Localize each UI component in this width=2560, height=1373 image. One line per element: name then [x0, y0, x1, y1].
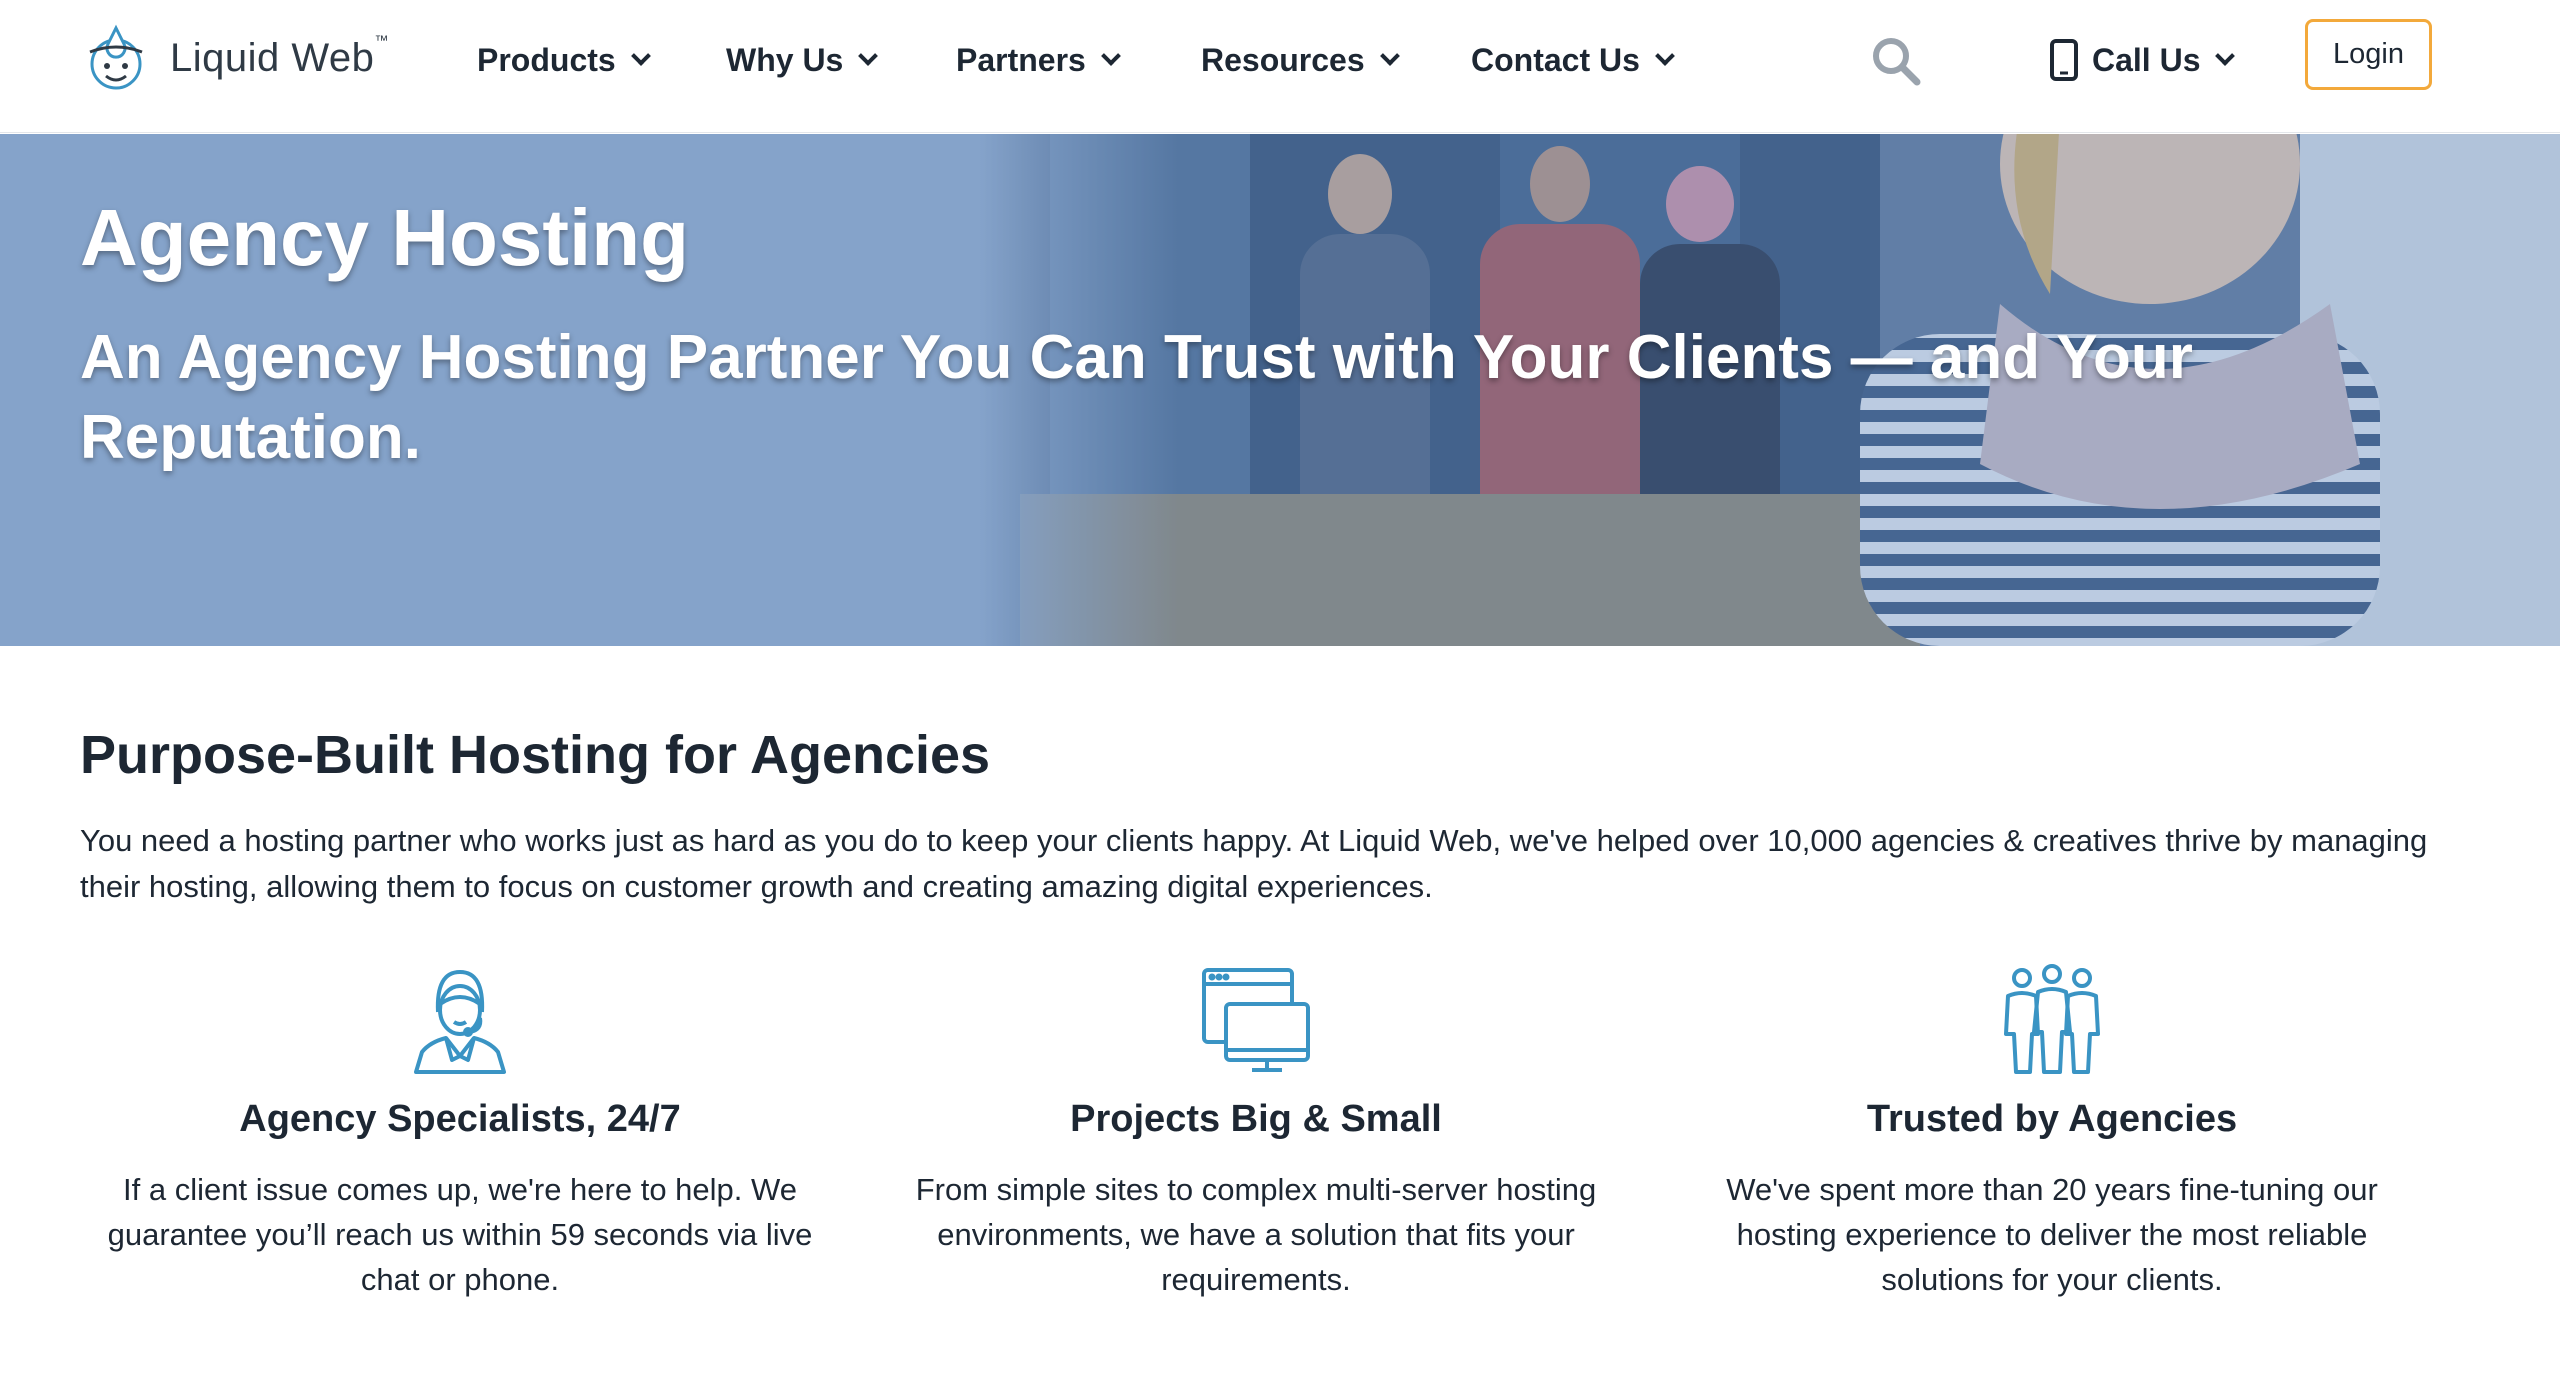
search-icon — [1873, 38, 1921, 86]
nav-resources[interactable]: Resources — [1201, 0, 1400, 120]
site-header: Liquid Web™ Products Why Us Partners Res… — [0, 0, 2560, 133]
logo-wordmark: Liquid Web™ — [170, 31, 389, 80]
login-button[interactable]: Login — [2305, 19, 2432, 90]
call-us-menu[interactable]: Call Us — [2050, 0, 2236, 120]
nav-why-us[interactable]: Why Us — [726, 0, 879, 120]
nav-contact-us[interactable]: Contact Us — [1471, 0, 1675, 120]
nav-label: Resources — [1201, 41, 1365, 78]
chevron-down-icon — [1100, 46, 1121, 66]
chevron-down-icon — [1655, 46, 1675, 66]
nav-label: Contact Us — [1471, 41, 1640, 78]
feature-card-trusted: Trusted by Agencies We've spent more tha… — [1672, 960, 2432, 1302]
feature-title: Trusted by Agencies — [1866, 1098, 2238, 1140]
nav-products[interactable]: Products — [477, 0, 651, 120]
feature-card-projects: Projects Big & Small From simple sites t… — [876, 960, 1636, 1302]
feature-card-specialists: Agency Specialists, 24/7 If a client iss… — [80, 960, 840, 1302]
nav-label: Products — [477, 41, 616, 78]
feature-text: If a client issue comes up, we're here t… — [107, 1172, 813, 1297]
call-us-chevron — [2200, 46, 2236, 66]
browser-monitor-icon — [1202, 968, 1310, 1072]
team-people-icon — [2004, 964, 2100, 1074]
chevron-down-icon — [2215, 46, 2236, 66]
feature-text: We've spent more than 20 years fine-tuni… — [1726, 1172, 2378, 1297]
support-agent-icon — [414, 970, 506, 1074]
nav-label: Why Us — [726, 41, 844, 78]
feature-title: Projects Big & Small — [1070, 1098, 1442, 1140]
section-intro-text: You need a hosting partner who works jus… — [80, 823, 2428, 904]
search-button[interactable] — [1870, 35, 1922, 87]
liquid-web-logo[interactable]: Liquid Web™ — [80, 18, 389, 98]
call-us-label: Call Us — [2092, 41, 2201, 78]
chevron-down-icon — [1379, 46, 1400, 66]
hero-banner: Agency Hosting An Agency Hosting Partner… — [0, 134, 2560, 646]
section-title: Purpose-Built Hosting for Agencies — [80, 725, 991, 785]
feature-text: From simple sites to complex multi-serve… — [915, 1172, 1597, 1297]
page-title: Agency Hosting — [80, 193, 689, 282]
nav-label: Partners — [956, 41, 1086, 78]
chevron-down-icon — [630, 46, 651, 66]
liquid-web-logo-icon — [89, 24, 143, 90]
mobile-phone-icon — [2050, 39, 2078, 81]
chevron-down-icon — [858, 46, 879, 66]
hero-subtitle: An Agency Hosting Partner You Can Trust … — [80, 323, 2193, 472]
feature-title: Agency Specialists, 24/7 — [239, 1098, 681, 1140]
nav-partners[interactable]: Partners — [956, 0, 1121, 120]
